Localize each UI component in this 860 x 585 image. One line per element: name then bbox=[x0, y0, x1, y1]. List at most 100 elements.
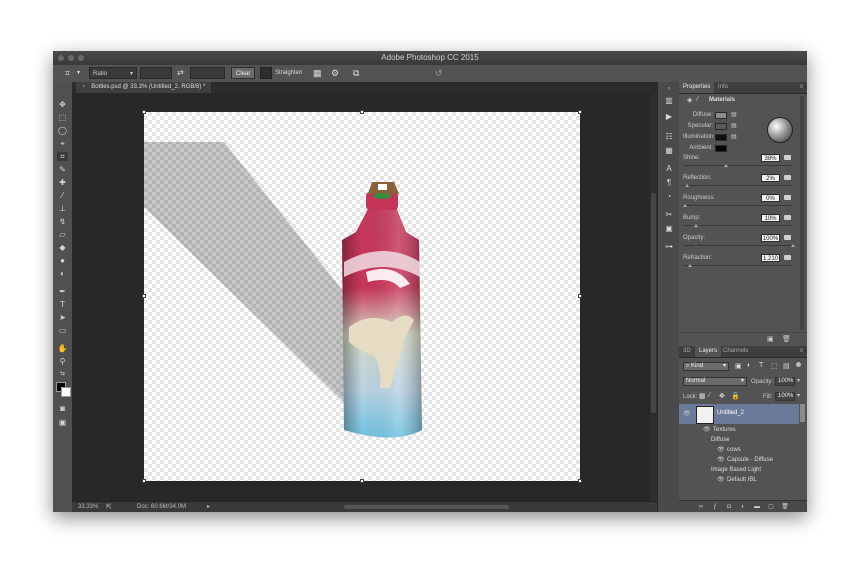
chevron-down-icon[interactable]: ▾ bbox=[797, 377, 800, 384]
ratio-width-input[interactable] bbox=[140, 67, 172, 79]
property-value-input[interactable]: 100% bbox=[761, 234, 780, 242]
export-icon[interactable]: ⇱ bbox=[106, 502, 112, 512]
crop-handle[interactable] bbox=[360, 110, 364, 114]
tab-properties[interactable]: Properties bbox=[679, 82, 715, 93]
property-value-input[interactable]: 0% bbox=[761, 194, 780, 202]
glyphs-panel-icon[interactable]: ◔ bbox=[663, 192, 675, 202]
crop-handle[interactable] bbox=[578, 479, 582, 483]
crop-handle[interactable] bbox=[142, 110, 146, 114]
clear-button[interactable]: Clear bbox=[231, 67, 256, 79]
measurement-panel-icon[interactable]: ⊶ bbox=[663, 242, 675, 252]
lasso-tool-icon[interactable]: ◯ bbox=[57, 126, 68, 135]
horizontal-scroll-thumb[interactable] bbox=[344, 505, 509, 509]
close-tab-icon[interactable]: × bbox=[82, 84, 86, 90]
adjustments-panel-icon[interactable]: ☷ bbox=[663, 132, 675, 142]
grid-overlay-icon[interactable]: ▦ bbox=[313, 67, 322, 79]
texture-folder-icon[interactable] bbox=[784, 255, 791, 260]
minimize-window-button[interactable] bbox=[68, 55, 74, 61]
lock-image-icon[interactable]: ⁄ bbox=[709, 392, 710, 399]
property-slider-track[interactable] bbox=[683, 245, 793, 246]
quick-select-tool-icon[interactable]: ⌖ bbox=[57, 139, 68, 148]
hand-tool-icon[interactable]: ✋ bbox=[57, 344, 68, 353]
layer-row-selected[interactable]: 👁 Untitled_2 bbox=[679, 404, 799, 424]
texture-folder-icon[interactable] bbox=[784, 155, 791, 160]
property-slider-track[interactable] bbox=[683, 205, 793, 206]
type-filter-icon[interactable]: T bbox=[759, 362, 763, 369]
zoom-window-button[interactable] bbox=[78, 55, 84, 61]
layers-scrollbar[interactable] bbox=[800, 404, 805, 422]
document-canvas[interactable] bbox=[142, 110, 582, 483]
swatches-panel-icon[interactable]: ▦ bbox=[663, 146, 675, 156]
straighten-icon[interactable] bbox=[260, 67, 272, 79]
zoom-level[interactable]: 33.33% bbox=[78, 502, 98, 512]
lock-position-icon[interactable]: ✥ bbox=[719, 392, 725, 400]
crop-handle[interactable] bbox=[578, 294, 582, 298]
ratio-select[interactable]: Ratio ▾ bbox=[89, 67, 137, 79]
eye-icon[interactable]: 👁 bbox=[717, 445, 725, 455]
tab-3d[interactable]: 3D bbox=[679, 346, 695, 357]
blur-tool-icon[interactable]: ● bbox=[57, 256, 68, 265]
shape-filter-icon[interactable]: ⬚ bbox=[771, 362, 778, 370]
layer-comps-panel-icon[interactable]: ▣ bbox=[663, 224, 675, 234]
crop-tool-icon[interactable]: ⌗ bbox=[57, 152, 68, 161]
material-picker-preview[interactable] bbox=[767, 117, 793, 143]
type-tool-icon[interactable]: T bbox=[57, 300, 68, 309]
panel-menu-icon[interactable]: ≡ bbox=[799, 346, 803, 357]
layer-tree-item[interactable]: 👁 Default IBL bbox=[679, 475, 799, 485]
swap-arrows-icon[interactable]: ⇄ bbox=[177, 67, 184, 79]
eye-icon[interactable]: 👁 bbox=[717, 475, 725, 485]
chevron-down-icon[interactable]: ▾ bbox=[77, 67, 80, 79]
crop-icon[interactable]: ⌗ bbox=[65, 67, 70, 79]
property-slider-thumb[interactable] bbox=[693, 224, 698, 227]
panel-menu-icon[interactable]: ≡ bbox=[799, 82, 803, 93]
lock-all-icon[interactable]: 🔒 bbox=[731, 392, 740, 400]
property-value-input[interactable]: 10% bbox=[761, 214, 780, 222]
healing-brush-tool-icon[interactable]: ✚ bbox=[57, 178, 68, 187]
new-group-icon[interactable]: ▬ bbox=[753, 503, 761, 511]
eyedropper-tool-icon[interactable]: ✎ bbox=[57, 165, 68, 174]
property-slider-thumb[interactable] bbox=[685, 184, 690, 187]
property-slider-thumb[interactable] bbox=[688, 264, 693, 267]
pen-tool-icon[interactable]: ✒ bbox=[57, 287, 68, 296]
property-value-input[interactable]: 2% bbox=[761, 174, 780, 182]
gear-icon[interactable]: ⚙ bbox=[331, 67, 339, 79]
eraser-tool-icon[interactable]: ▱ bbox=[57, 230, 68, 239]
texture-folder-icon[interactable] bbox=[784, 175, 791, 180]
property-slider-thumb[interactable] bbox=[791, 244, 795, 247]
property-slider-track[interactable] bbox=[683, 225, 793, 226]
history-panel-icon[interactable]: ▥ bbox=[663, 96, 675, 106]
swap-colors-icon[interactable]: ⇆ bbox=[57, 370, 68, 379]
material-color-swatch[interactable] bbox=[715, 112, 727, 119]
brush-tool-icon[interactable]: ⁄ bbox=[57, 191, 68, 200]
eye-icon[interactable]: 👁 bbox=[703, 425, 711, 435]
layer-mask-icon[interactable]: ◘ bbox=[725, 503, 733, 511]
crop-handle[interactable] bbox=[142, 294, 146, 298]
collapse-strip-icon[interactable]: » bbox=[663, 84, 675, 94]
canvas-area[interactable] bbox=[72, 93, 657, 501]
ratio-height-input[interactable] bbox=[190, 67, 225, 79]
layer-tree-item[interactable]: Image Based Light bbox=[679, 465, 799, 475]
texture-folder-icon[interactable] bbox=[784, 195, 791, 200]
property-slider-track[interactable] bbox=[683, 265, 793, 266]
property-value-input[interactable]: 1.210 bbox=[761, 254, 780, 262]
property-value-input[interactable]: 38% bbox=[761, 154, 780, 162]
property-slider-thumb[interactable] bbox=[724, 164, 729, 167]
material-color-swatch[interactable] bbox=[715, 145, 727, 152]
blend-mode-select[interactable]: Normal ▾ bbox=[683, 377, 747, 386]
new-layer-icon[interactable]: ▢ bbox=[767, 503, 775, 511]
marquee-tool-icon[interactable]: ⬚ bbox=[57, 113, 68, 122]
material-color-swatch[interactable] bbox=[715, 123, 727, 130]
eye-icon[interactable]: 👁 bbox=[717, 455, 725, 465]
layer-tree-item[interactable]: 👁 Textures bbox=[679, 425, 799, 435]
property-slider-thumb[interactable] bbox=[683, 204, 687, 207]
properties-scrollbar[interactable] bbox=[800, 96, 804, 330]
screen-mode-icon[interactable]: ▣ bbox=[57, 418, 68, 427]
layer-kind-filter[interactable]: ⌕ Kind ▾ bbox=[683, 362, 729, 371]
tools-panel-icon[interactable]: ✂ bbox=[663, 210, 675, 220]
path-selection-tool-icon[interactable]: ➤ bbox=[57, 313, 68, 322]
crop-handle[interactable] bbox=[360, 479, 364, 483]
paragraph-panel-icon[interactable]: ¶ bbox=[663, 178, 675, 188]
adjustment-layer-icon[interactable]: ◐ bbox=[739, 503, 747, 511]
document-tab[interactable]: × Bottles.psd @ 33.3% (Untitled_2, RGB/8… bbox=[76, 82, 212, 93]
material-color-swatch[interactable] bbox=[715, 134, 727, 141]
